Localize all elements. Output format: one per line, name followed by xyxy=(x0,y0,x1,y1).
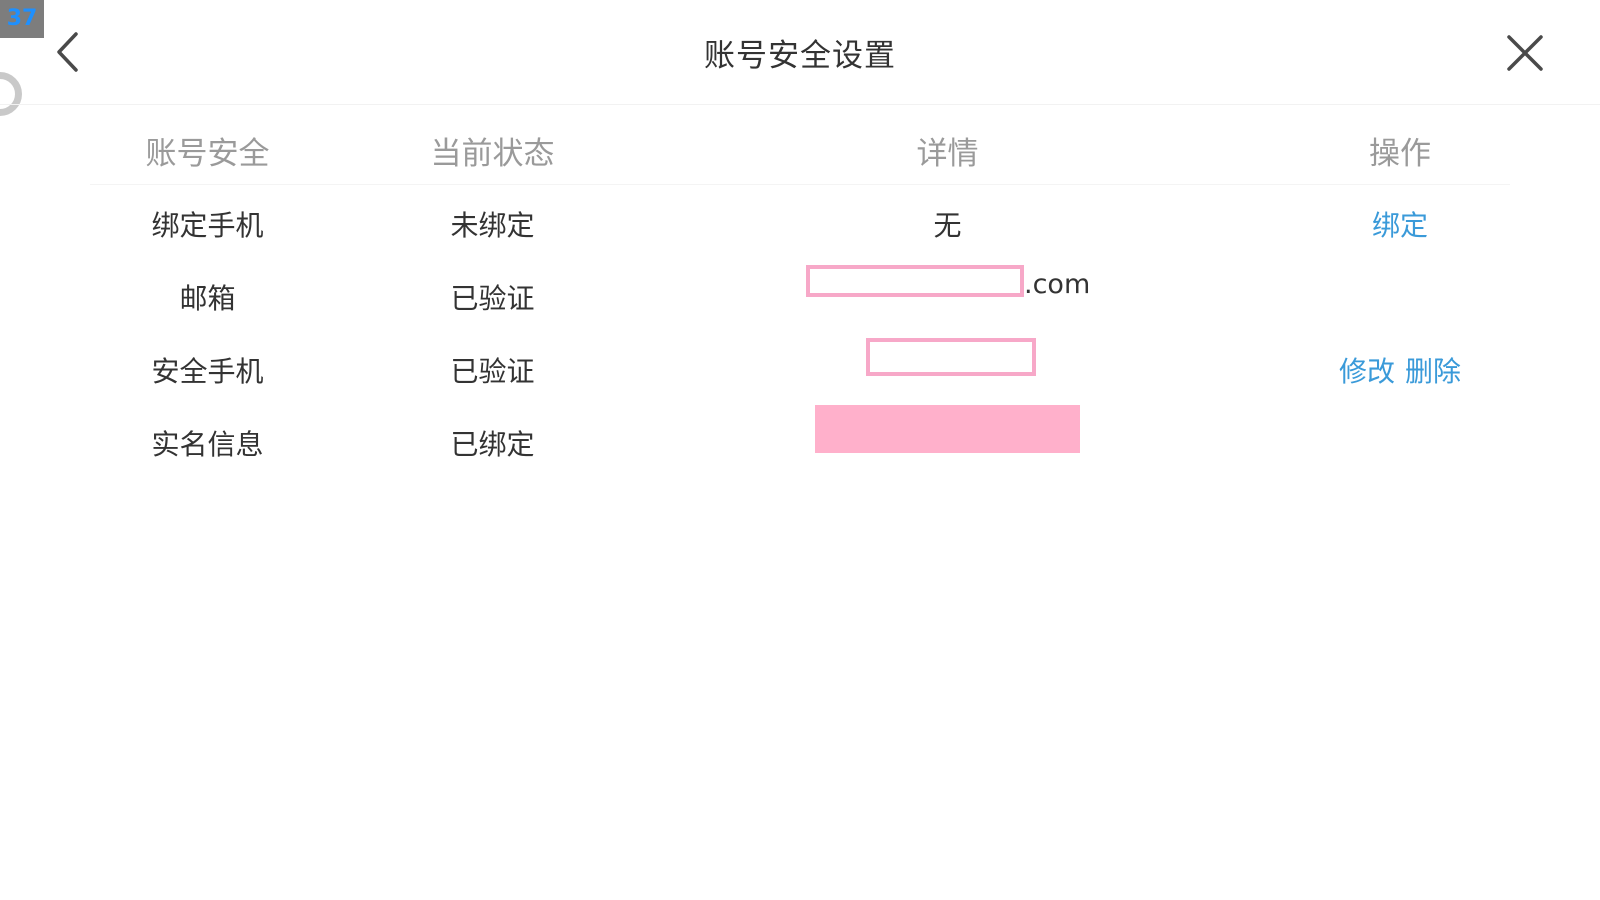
account-security-page: 37 账号安全设置 账号安全 当前状态 详情 操作 绑定手机 未绑定 无 绑定 … xyxy=(0,0,1600,900)
table-header: 账号安全 当前状态 详情 操作 xyxy=(0,104,1600,186)
column-header-status: 当前状态 xyxy=(430,136,555,172)
row-status: 已验证 xyxy=(450,355,535,388)
row-status: 未绑定 xyxy=(450,209,535,242)
header: 账号安全设置 xyxy=(0,0,1600,105)
row-item-label: 绑定手机 xyxy=(151,209,264,242)
redacted-email xyxy=(806,265,1024,297)
row-status: 已验证 xyxy=(450,282,535,315)
table-row: 实名信息 已绑定 xyxy=(0,405,1600,478)
redacted-real-name xyxy=(815,405,1080,453)
row-status: 已绑定 xyxy=(450,428,535,461)
column-header-account-security: 账号安全 xyxy=(145,136,270,172)
row-detail xyxy=(730,405,1165,478)
column-header-action: 操作 xyxy=(1369,136,1431,172)
bind-phone-link[interactable]: 绑定 xyxy=(1372,209,1428,242)
delete-security-phone-link[interactable]: 删除 xyxy=(1405,355,1461,388)
row-item-label: 实名信息 xyxy=(151,428,264,461)
row-item-label: 安全手机 xyxy=(151,355,264,388)
header-divider xyxy=(90,184,1510,185)
row-item-label: 邮箱 xyxy=(179,282,236,315)
row-detail: 无 xyxy=(933,209,962,242)
table-row: 邮箱 已验证 .com xyxy=(0,259,1600,332)
row-actions: 绑定 xyxy=(1290,204,1510,244)
edit-security-phone-link[interactable]: 修改 xyxy=(1339,355,1395,388)
table-row: 安全手机 已验证 修改 删除 xyxy=(0,332,1600,405)
row-detail: .com xyxy=(730,259,1165,332)
row-actions: 修改 删除 xyxy=(1290,350,1510,390)
security-table: 账号安全 当前状态 详情 操作 绑定手机 未绑定 无 绑定 邮箱 已验证 .co… xyxy=(0,104,1600,478)
column-header-detail: 详情 xyxy=(916,136,979,172)
redacted-phone xyxy=(866,338,1036,376)
row-detail xyxy=(730,332,1165,405)
close-icon xyxy=(1507,35,1543,71)
close-button[interactable] xyxy=(1500,28,1550,78)
table-row: 绑定手机 未绑定 无 绑定 xyxy=(0,186,1600,259)
page-title: 账号安全设置 xyxy=(704,38,896,74)
email-domain-suffix: .com xyxy=(1024,269,1091,300)
